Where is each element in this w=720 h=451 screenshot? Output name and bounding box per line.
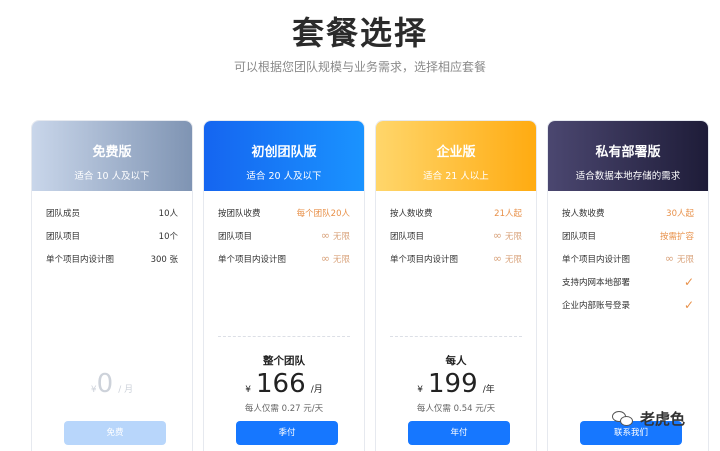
price-amount: 0 xyxy=(96,369,114,399)
feature-label: 按人数收费 xyxy=(390,208,433,219)
plan-name: 初创团队版 xyxy=(251,145,317,160)
price-label: 整个团队 xyxy=(263,355,305,367)
feature-value-text: 无限 xyxy=(676,255,694,265)
feature-value: 10人 xyxy=(158,208,178,219)
price-display: ¥0 / 月 xyxy=(32,369,192,399)
feature-row: 按人数收费 30人起 xyxy=(562,201,694,224)
quarterly-pay-button[interactable]: 季付 xyxy=(236,421,338,445)
watermark: 老虎色 xyxy=(612,408,685,429)
feature-value: ∞ 无限 xyxy=(493,252,522,265)
feature-value: ∞ 无限 xyxy=(665,252,694,265)
page-title: 套餐选择 xyxy=(291,14,428,52)
price-unit: /年 xyxy=(482,385,495,395)
feature-value-text: 无限 xyxy=(504,255,522,265)
annual-pay-button[interactable]: 年付 xyxy=(408,421,510,445)
price-currency: ¥ xyxy=(245,385,251,395)
feature-list: 按人数收费 30人起 团队项目 按需扩容 单个项目内设计图 ∞ 无限 支持内网本地… xyxy=(548,191,708,316)
feature-value: 300 张 xyxy=(150,254,178,265)
feature-label: 团队项目 xyxy=(218,231,253,242)
feature-label: 单个项目内设计图 xyxy=(390,254,459,265)
price-unit: / 月 xyxy=(118,385,134,395)
feature-label: 单个项目内设计图 xyxy=(562,254,631,265)
feature-label: 按人数收费 xyxy=(562,208,605,219)
feature-value: ∞ 无限 xyxy=(321,252,350,265)
feature-row: 支持内网本地部署 ✓ xyxy=(562,270,694,293)
plan-desc: 适合 21 人以上 xyxy=(423,171,489,182)
feature-row: 团队项目 ∞ 无限 xyxy=(390,224,522,247)
feature-label: 团队项目 xyxy=(562,231,597,242)
watermark-text: 老虎色 xyxy=(640,410,686,428)
feature-label: 按团队收费 xyxy=(218,208,261,219)
feature-row: 团队项目 ∞ 无限 xyxy=(218,224,350,247)
plan-card-free: 免费版 适合 10 人及以下 团队成员 10人 团队项目 10个 单个项目内设计… xyxy=(31,120,193,451)
feature-row: 团队项目 按需扩容 xyxy=(562,224,694,247)
feature-list: 按团队收费 每个团队20人 团队项目 ∞ 无限 单个项目内设计图 ∞ 无限 xyxy=(204,191,364,270)
plan-card-private: 私有部署版 适合数据本地存储的需求 按人数收费 30人起 团队项目 按需扩容 单… xyxy=(547,120,709,451)
price-display: ¥ 199 /年 xyxy=(376,369,536,399)
plan-name: 企业版 xyxy=(436,145,476,160)
feature-row: 按团队收费 每个团队20人 xyxy=(218,201,350,224)
plan-header: 私有部署版 适合数据本地存储的需求 xyxy=(548,121,708,191)
feature-value: ∞ 无限 xyxy=(321,229,350,242)
price-per-day: 每人仅需 0.54 元/天 xyxy=(416,404,496,414)
price-unit: /月 xyxy=(310,385,323,395)
plan-header: 初创团队版 适合 20 人及以下 xyxy=(204,121,364,191)
plan-card-startup: 初创团队版 适合 20 人及以下 按团队收费 每个团队20人 团队项目 ∞ 无限 … xyxy=(203,120,365,451)
infinity-icon: ∞ xyxy=(320,252,330,265)
feature-label: 单个项目内设计图 xyxy=(46,254,115,265)
price-amount: 199 xyxy=(428,369,478,399)
divider xyxy=(218,336,350,337)
feature-row: 团队成员 10人 xyxy=(46,201,178,224)
check-icon: ✓ xyxy=(683,274,694,289)
feature-row: 企业内部账号登录 ✓ xyxy=(562,293,694,316)
feature-row: 单个项目内设计图 ∞ 无限 xyxy=(218,247,350,270)
infinity-icon: ∞ xyxy=(320,229,330,242)
price-currency: ¥ xyxy=(417,385,423,395)
wechat-icon xyxy=(612,410,634,428)
feature-value: 21人起 xyxy=(494,208,522,219)
plan-name: 私有部署版 xyxy=(595,145,661,160)
plan-card-enterprise: 企业版 适合 21 人以上 按人数收费 21人起 团队项目 ∞ 无限 单个项目内设… xyxy=(375,120,537,451)
feature-label: 企业内部账号登录 xyxy=(562,300,631,311)
infinity-icon: ∞ xyxy=(664,252,674,265)
price-label: 每人 xyxy=(445,355,467,367)
feature-row: 团队项目 10个 xyxy=(46,224,178,247)
feature-value: ∞ 无限 xyxy=(493,229,522,242)
feature-label: 团队成员 xyxy=(46,208,81,219)
plan-desc: 适合 10 人及以下 xyxy=(74,171,150,182)
feature-label: 单个项目内设计图 xyxy=(218,254,287,265)
infinity-icon: ∞ xyxy=(492,252,502,265)
check-icon: ✓ xyxy=(683,297,694,312)
plan-header: 免费版 适合 10 人及以下 xyxy=(32,121,192,191)
price-display: ¥ 166 /月 xyxy=(204,369,364,399)
plan-desc: 适合 20 人及以下 xyxy=(246,171,322,182)
feature-row: 单个项目内设计图 300 张 xyxy=(46,247,178,270)
feature-row: 单个项目内设计图 ∞ 无限 xyxy=(562,247,694,270)
infinity-icon: ∞ xyxy=(492,229,502,242)
feature-value: 10个 xyxy=(158,231,178,242)
plan-header: 企业版 适合 21 人以上 xyxy=(376,121,536,191)
feature-value-text: 无限 xyxy=(504,232,522,242)
feature-row: 按人数收费 21人起 xyxy=(390,201,522,224)
price-amount: 166 xyxy=(256,369,306,399)
feature-value: 按需扩容 xyxy=(659,231,694,242)
feature-label: 团队项目 xyxy=(46,231,81,242)
feature-list: 团队成员 10人 团队项目 10个 单个项目内设计图 300 张 xyxy=(32,191,192,270)
feature-value-text: 无限 xyxy=(332,232,350,242)
plan-desc: 适合数据本地存储的需求 xyxy=(575,171,681,182)
feature-label: 支持内网本地部署 xyxy=(562,277,631,288)
feature-value: 30人起 xyxy=(666,208,694,219)
plan-name: 免费版 xyxy=(92,145,132,160)
price-per-day: 每人仅需 0.27 元/天 xyxy=(244,404,324,414)
page-subtitle: 可以根据您团队规模与业务需求，选择相应套餐 xyxy=(233,60,486,74)
free-button[interactable]: 免费 xyxy=(64,421,166,445)
feature-list: 按人数收费 21人起 团队项目 ∞ 无限 单个项目内设计图 ∞ 无限 xyxy=(376,191,536,270)
feature-value: 每个团队20人 xyxy=(296,208,350,219)
feature-label: 团队项目 xyxy=(390,231,425,242)
feature-row: 单个项目内设计图 ∞ 无限 xyxy=(390,247,522,270)
divider xyxy=(390,336,522,337)
feature-value-text: 无限 xyxy=(332,255,350,265)
